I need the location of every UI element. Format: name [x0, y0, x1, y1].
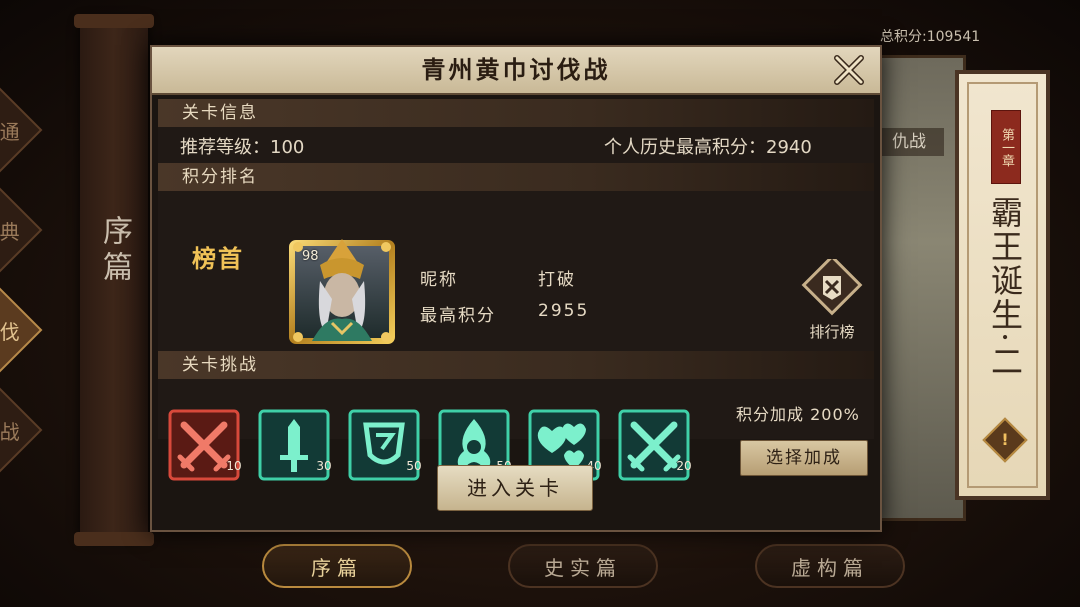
side-tab-label: 讨伐	[0, 319, 20, 344]
challenge-count-6: 20	[676, 459, 692, 473]
nickname-value: 打破	[538, 270, 576, 290]
section-title: 关卡信息	[182, 103, 258, 123]
score-bonus-text: 积分加成 200%	[736, 405, 860, 424]
background-stage-label: 仇战	[874, 128, 944, 156]
side-tab-classic[interactable]: 经典	[0, 187, 43, 273]
close-icon	[834, 55, 864, 85]
personal-best-score: 个人历史最高积分：2940	[604, 137, 812, 158]
chapter-name: 霸王诞生·二	[986, 196, 1024, 379]
chapter-card[interactable]: 第一章 霸王诞生·二 !	[955, 70, 1050, 500]
left-chapter-scroll: 序篇	[74, 14, 154, 546]
leaderboard-button[interactable]: 排行榜	[798, 254, 866, 343]
challenge-count-3: 50	[406, 459, 422, 473]
scroll-cap-top	[74, 14, 154, 28]
section-stage-challenge: 关卡挑战	[158, 351, 874, 379]
avatar-level: 98	[302, 249, 319, 264]
enter-stage-button[interactable]: 进入关卡	[437, 465, 593, 511]
scroll-title: 序篇	[97, 215, 132, 287]
side-tab-label: 挑战	[0, 419, 20, 444]
select-bonus-button[interactable]: 选择加成	[740, 440, 868, 476]
section-title: 积分排名	[182, 167, 258, 187]
section-score-rank: 积分排名	[158, 163, 874, 191]
best-score-label: 最高积分	[420, 306, 496, 326]
leaderboard-label: 排行榜	[809, 323, 855, 341]
side-tab-normal[interactable]: 普通	[0, 87, 43, 173]
tab-prologue[interactable]: 序篇	[262, 544, 412, 588]
recommended-level: 推荐等级：100	[180, 137, 305, 158]
tab-historical[interactable]: 史实篇	[508, 544, 658, 588]
background-map-panel	[870, 55, 966, 521]
chapter-tag: 第一章	[991, 110, 1021, 184]
bottom-tab-bar: 序篇 史实篇 虚构篇	[0, 540, 1080, 600]
rank-first-title: 榜首	[192, 244, 244, 273]
challenge-count-1: 10	[226, 459, 242, 473]
section-title: 关卡挑战	[182, 355, 258, 375]
section-stage-info: 关卡信息	[158, 99, 874, 127]
leaderboard-icon	[801, 254, 863, 316]
total-score: 总积分:109541	[880, 29, 981, 45]
close-button[interactable]	[832, 53, 866, 87]
stage-detail-dialog: 青州黄巾讨伐战 关卡信息 推荐等级：100 个人历史最高积分：2940 积分排名…	[150, 45, 882, 532]
challenge-count-2: 30	[316, 459, 332, 473]
nickname-label: 昵称	[420, 270, 458, 290]
dialog-body: 关卡信息 推荐等级：100 个人历史最高积分：2940 积分排名 榜首 98 昵…	[158, 99, 874, 481]
side-tab-crusade[interactable]: 讨伐	[0, 287, 43, 373]
dialog-header: 青州黄巾讨伐战	[152, 47, 880, 95]
dialog-title: 青州黄巾讨伐战	[421, 55, 611, 84]
side-tab-challenge[interactable]: 挑战	[0, 387, 43, 473]
side-tab-label: 普通	[0, 119, 20, 144]
side-tab-label: 经典	[0, 219, 20, 244]
best-score-value: 2955	[538, 301, 590, 321]
alert-mark: !	[1001, 430, 1009, 449]
tab-fictional[interactable]: 虚构篇	[755, 544, 905, 588]
